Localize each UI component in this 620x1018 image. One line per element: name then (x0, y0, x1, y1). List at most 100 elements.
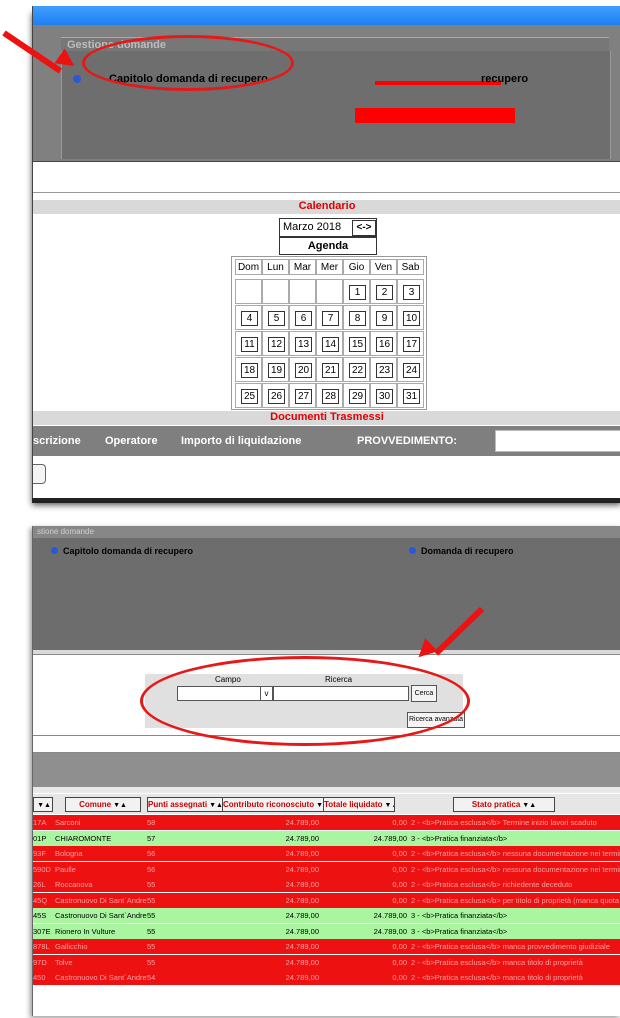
domanda-link[interactable]: Domanda di recupero (421, 546, 514, 556)
calendar-day[interactable]: 20 (295, 363, 312, 378)
filter-operatore[interactable]: Operatore (105, 435, 158, 447)
calendar-cell: 13 (289, 331, 316, 356)
calendar-day[interactable]: 22 (349, 363, 366, 378)
highlight-oval-search (140, 656, 470, 746)
calendar-day[interactable]: 25 (241, 389, 258, 404)
calendar-cell: 10 (397, 305, 424, 330)
cell-stato: 2 - <b>Pratica esclusa</b> nessuna docum… (411, 864, 620, 874)
redaction-block (355, 108, 515, 123)
calendar-day[interactable]: 24 (403, 363, 420, 378)
calendar-day[interactable]: 2 (376, 285, 393, 300)
calendar-cell: 16 (370, 331, 397, 356)
calendar-day[interactable]: 8 (349, 311, 366, 326)
domanda-link[interactable]: recupero (481, 73, 528, 85)
calendar-day[interactable]: 14 (322, 337, 339, 352)
submit-button[interactable] (33, 464, 46, 484)
table-row[interactable]: 45Q Castronuovo Di Sant`Andrea 55 24.789,00… (33, 892, 620, 908)
calendar-day[interactable]: 3 (403, 285, 420, 300)
calendar-day[interactable]: 1 (349, 285, 366, 300)
table-row[interactable]: 93F Bologna 56 24.789,00 0,00 2 - <b>Pratica … (33, 846, 620, 861)
separator (33, 787, 620, 793)
cell-contributo: 24.789,00 (285, 957, 319, 967)
calendar-cell: 26 (262, 383, 289, 408)
cell-punti: 55 (147, 880, 156, 889)
calendar-cell (262, 279, 289, 304)
calendar-day[interactable]: 5 (268, 311, 285, 326)
cell-punti: 57 (147, 833, 156, 843)
calendar-cell: 7 (316, 305, 343, 330)
calendar-day[interactable]: 21 (322, 363, 339, 378)
cell-liquidato: 24.789,00 (373, 833, 407, 843)
table-header: ▼▲ Comune ▼▲ Punti assegnati ▼▲ Contributo… (33, 794, 620, 814)
calendar-day[interactable]: 23 (376, 363, 393, 378)
calendar-day[interactable]: 4 (241, 311, 258, 326)
calendar-cell: 19 (262, 357, 289, 382)
sort-toggle-code[interactable]: ▼▲ (33, 797, 53, 812)
cell-stato: 3 - <b>Pratica finanziata</b> (411, 833, 508, 843)
calendar-cell (316, 279, 343, 304)
calendar-day[interactable]: 13 (295, 337, 312, 352)
filter-descrizione[interactable]: scrizione (33, 435, 81, 447)
filter-importo[interactable]: Importo di liquidazione (181, 435, 301, 447)
column-header-contributo[interactable]: Contributo riconosciuto▼▲ (222, 797, 324, 812)
agenda-button[interactable]: Agenda (279, 237, 377, 255)
calendar-day[interactable]: 30 (376, 389, 393, 404)
cell-comune: Castronuovo Di Sant`Andrea (55, 895, 147, 905)
calendar-day[interactable]: 17 (403, 337, 420, 352)
month-nav-button[interactable]: <-> (352, 220, 376, 236)
table-row[interactable]: 01P CHIAROMONTE 57 24.789,00 24.789,00 3 - <b… (33, 830, 620, 846)
toolbar-bar (33, 753, 620, 787)
provvedimento-input[interactable] (495, 430, 620, 452)
table-row[interactable]: 17A Sarconi 58 24.789,00 0,00 2 - <b>Pratica … (33, 815, 620, 830)
calendar-cell: 14 (316, 331, 343, 356)
cell-punti: 56 (147, 864, 156, 874)
calendar-day[interactable]: 12 (268, 337, 285, 352)
column-header-comune[interactable]: Comune ▼▲ (65, 797, 141, 812)
calendar-day[interactable]: 26 (268, 389, 285, 404)
calendar-cell: 22 (343, 357, 370, 382)
calendar-day[interactable]: 28 (322, 389, 339, 404)
calendar-cell: 12 (262, 331, 289, 356)
cell-stato: 2 - <b>Pratica esclusa</b> Termine inizi… (411, 818, 597, 827)
column-header-punti[interactable]: Punti assegnati ▼▲ (147, 797, 223, 812)
calendar-cell: 4 (235, 305, 262, 330)
calendar-day[interactable]: 10 (403, 311, 420, 326)
calendar-day[interactable]: 15 (349, 337, 366, 352)
calendar-day[interactable]: 11 (241, 337, 258, 352)
table-row[interactable]: 26L Roccanova 55 24.789,00 0,00 2 - <b>Pratic… (33, 877, 620, 892)
calendar-cell: 31 (397, 383, 424, 408)
calendar-cell: 17 (397, 331, 424, 356)
cell-comune: Castronuovo Di Sant`Andrea (55, 973, 147, 982)
table-row[interactable]: 878L Gallicchio 55 24.789,00 0,00 2 - <b>Prat… (33, 939, 620, 954)
cell-liquidato: 0,00 (392, 864, 407, 874)
table-row[interactable]: 97D Tolve 55 24.789,00 0,00 2 - <b>Pratica es… (33, 954, 620, 970)
table-row[interactable]: 590D Paulle 56 24.789,00 0,00 2 - <b>Pratica … (33, 861, 620, 877)
calendar-day[interactable]: 29 (349, 389, 366, 404)
table-row[interactable]: 307E Rionero In Vulture 55 24.789,00 24.789,… (33, 923, 620, 939)
calendar-day[interactable]: 16 (376, 337, 393, 352)
calendar-day[interactable]: 9 (376, 311, 393, 326)
capitolo-link[interactable]: Capitolo domanda di recupero (63, 546, 193, 556)
calendar-day[interactable]: 19 (268, 363, 285, 378)
cell-contributo: 24.789,00 (285, 895, 319, 905)
calendar-day[interactable]: 18 (241, 363, 258, 378)
cell-stato: 2 - <b>Pratica esclusa</b> per titolo di… (411, 895, 620, 905)
cell-liquidato: 24.789,00 (373, 911, 407, 920)
calendar-day[interactable]: 6 (295, 311, 312, 326)
cell-comune: Gallicchio (55, 942, 88, 951)
table-row[interactable]: 450 Castronuovo Di Sant`Andrea 54 24.789,00… (33, 970, 620, 985)
calendar-day[interactable]: 7 (322, 311, 339, 326)
calendar-cell: 21 (316, 357, 343, 382)
table-row[interactable]: 45S Castronuovo Di Sant`Andrea 55 24.789,00… (33, 908, 620, 923)
calendar-day[interactable]: 27 (295, 389, 312, 404)
cell-comune: Tolve (55, 957, 73, 967)
calendar-cell (235, 279, 262, 304)
column-header-liquidato[interactable]: Totale liquidato▼▲ (323, 797, 395, 812)
calendar-day[interactable]: 31 (403, 389, 420, 404)
cell-comune: Paulle (55, 864, 76, 874)
column-header-stato[interactable]: Stato pratica ▼▲ (453, 797, 555, 812)
calendar-cell: 25 (235, 383, 262, 408)
cell-liquidato: 0,00 (392, 818, 407, 827)
blank-area (33, 162, 620, 193)
bullet-icon (73, 75, 81, 83)
